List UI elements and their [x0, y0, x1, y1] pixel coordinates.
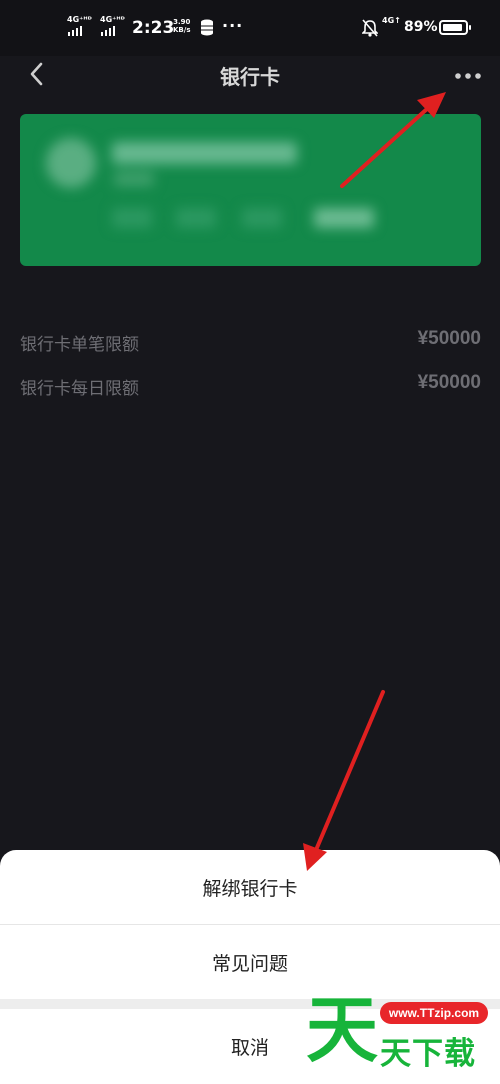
- network-indicator-3: 4G↑: [382, 16, 401, 25]
- bank-card[interactable]: [20, 114, 481, 266]
- card-number-group: [242, 208, 282, 228]
- battery-icon: [439, 20, 471, 35]
- status-bar: 4G⁺ᴴᴰ 4G⁺ᴴᴰ 2:23 3.90 KB/s ··· 4G↑ 89%: [0, 0, 500, 56]
- watermark-text: 天下载: [380, 1036, 476, 1072]
- limit-value: ¥50000: [417, 372, 481, 393]
- daily-limit-row: 银行卡每日限额 ¥50000: [20, 370, 481, 400]
- faq-button[interactable]: 常见问题: [0, 925, 500, 999]
- battery-fill: [443, 24, 462, 31]
- more-dots-icon[interactable]: [448, 60, 488, 88]
- mute-bell-icon: [362, 19, 378, 37]
- card-type-blurred: [114, 172, 154, 186]
- limit-label: 银行卡单笔限额: [20, 335, 139, 355]
- battery-percent: 89%: [404, 19, 438, 35]
- more-notifications-icon: ···: [222, 16, 244, 35]
- watermark-logo: 天: [306, 988, 379, 1072]
- limit-value: ¥50000: [417, 328, 481, 349]
- arrow-to-unbind-icon: [303, 690, 385, 871]
- page-title: 银行卡: [220, 65, 280, 89]
- database-icon: [201, 19, 213, 36]
- bank-logo-icon: [46, 138, 96, 188]
- unbind-card-button[interactable]: 解绑银行卡: [0, 850, 500, 924]
- limit-label: 银行卡每日限额: [20, 379, 139, 399]
- card-number-group: [314, 208, 374, 228]
- signal-icon-2: [101, 26, 115, 36]
- bank-name-blurred: [112, 142, 297, 164]
- network-speed: 3.90 KB/s: [173, 18, 190, 34]
- signal-icon-1: [68, 26, 82, 36]
- speed-unit: KB/s: [173, 26, 191, 34]
- nav-bar: 银行卡: [0, 56, 500, 92]
- card-content-blurred: [20, 114, 481, 266]
- clock: 2:23: [132, 18, 175, 38]
- site-watermark: 天 www.TTzip.com 天下载: [306, 990, 500, 1074]
- card-number-group: [112, 208, 152, 228]
- network-indicator-2: 4G⁺ᴴᴰ: [100, 15, 125, 24]
- single-limit-row: 银行卡单笔限额 ¥50000: [20, 326, 481, 356]
- watermark-url: www.TTzip.com: [380, 1002, 488, 1024]
- network-indicator-1: 4G⁺ᴴᴰ: [67, 15, 92, 24]
- card-number-group: [176, 208, 216, 228]
- speed-value: 3.90: [173, 18, 191, 26]
